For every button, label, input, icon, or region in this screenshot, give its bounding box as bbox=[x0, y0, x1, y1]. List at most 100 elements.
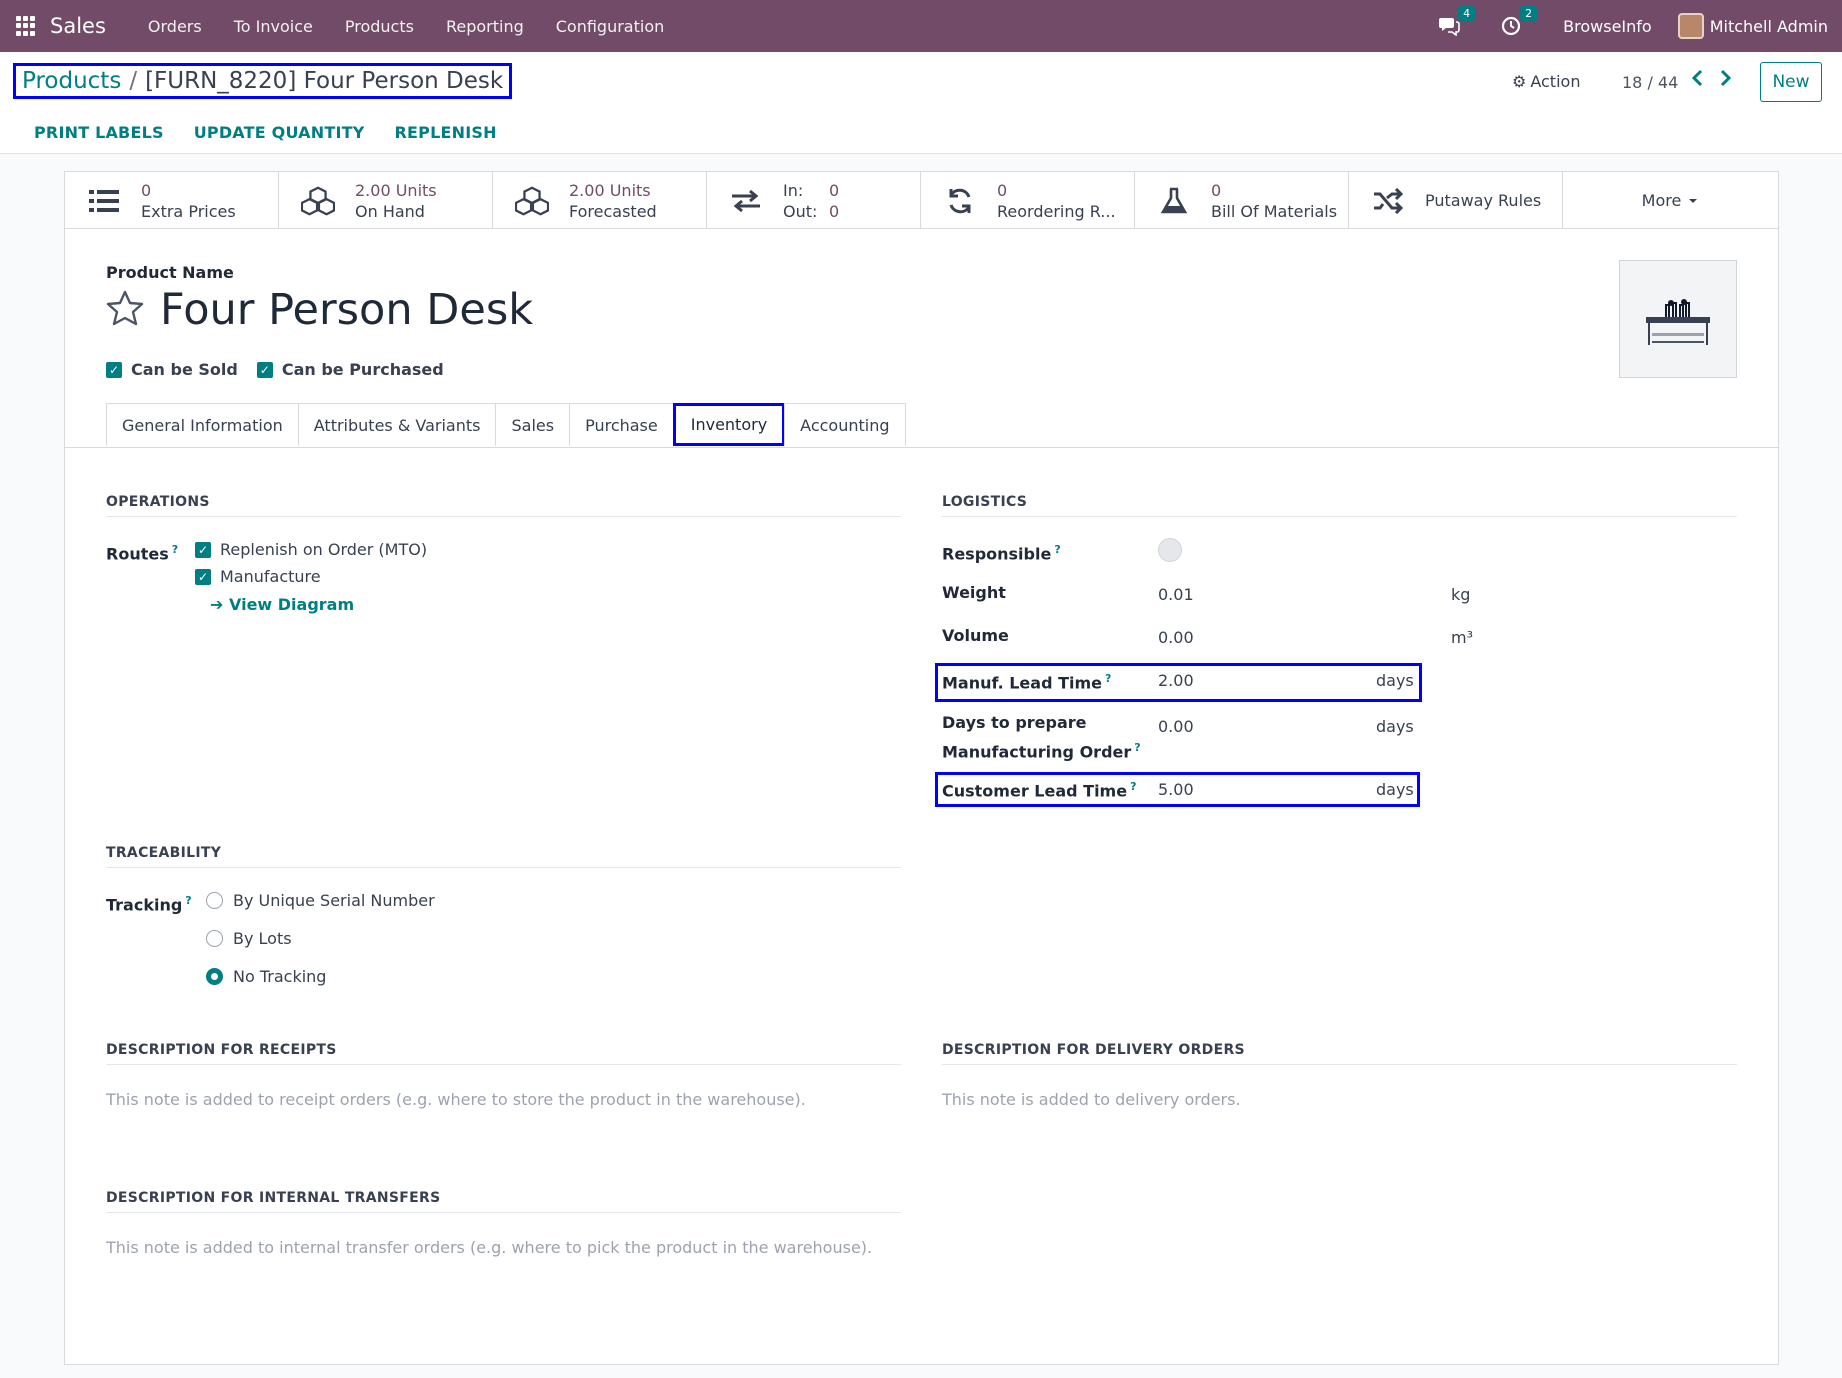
sale-purchase-checks: ✓ Can be Sold ✓ Can be Purchased bbox=[106, 360, 463, 379]
menu-configuration[interactable]: Configuration bbox=[556, 17, 665, 36]
customer-lead-time-field[interactable]: 5.00 bbox=[1158, 780, 1194, 799]
view-diagram-link[interactable]: ➔ View Diagram bbox=[210, 595, 354, 614]
in-value: 0 bbox=[829, 180, 840, 200]
bom-value: 0 bbox=[1211, 180, 1222, 200]
radio-icon bbox=[206, 930, 223, 947]
product-name-label: Product Name bbox=[106, 263, 234, 282]
desk-image bbox=[1646, 299, 1710, 345]
delivery-description-title: DESCRIPTION FOR DELIVERY ORDERS bbox=[942, 1042, 1737, 1065]
reordering-rules-button[interactable]: 0 Reordering R... bbox=[921, 172, 1135, 229]
help-icon[interactable]: ? bbox=[1134, 741, 1140, 754]
flask-icon bbox=[1157, 186, 1191, 216]
can-be-sold-checkbox[interactable]: ✓ Can be Sold bbox=[106, 360, 238, 379]
out-label: Out: bbox=[783, 201, 818, 221]
delivery-description-field[interactable]: This note is added to delivery orders. bbox=[942, 1090, 1241, 1109]
customer-lead-time-label-text: Customer Lead Time bbox=[942, 781, 1128, 801]
list-icon bbox=[87, 186, 121, 216]
forecasted-button[interactable]: 2.00 Units Forecasted bbox=[493, 172, 707, 229]
chevron-left-icon bbox=[1691, 69, 1703, 87]
tracking-none-label: No Tracking bbox=[233, 967, 327, 986]
route-mto-label: Replenish on Order (MTO) bbox=[220, 540, 428, 559]
menu-orders[interactable]: Orders bbox=[148, 17, 202, 36]
pager-next-button[interactable] bbox=[1713, 66, 1737, 90]
can-be-sold-label: Can be Sold bbox=[131, 360, 238, 379]
tab-inventory[interactable]: Inventory bbox=[672, 403, 786, 446]
breadcrumb-current: [FURN_8220] Four Person Desk bbox=[145, 68, 504, 94]
user-menu[interactable]: Mitchell Admin bbox=[1710, 17, 1828, 36]
route-manufacture-label: Manufacture bbox=[220, 567, 321, 586]
on-hand-button[interactable]: 2.00 Units On Hand bbox=[279, 172, 493, 229]
replenish-button[interactable]: REPLENISH bbox=[395, 123, 497, 142]
traceability-title: TRACEABILITY bbox=[106, 845, 901, 868]
on-hand-value: 2.00 Units bbox=[355, 180, 437, 200]
tracking-lots-radio[interactable]: By Lots bbox=[206, 929, 292, 948]
route-manufacture-checkbox[interactable]: ✓ Manufacture bbox=[195, 567, 321, 586]
responsible-label-text: Responsible bbox=[942, 544, 1052, 564]
breadcrumb-products-link[interactable]: Products bbox=[22, 68, 121, 94]
in-out-button[interactable]: In: 0 Out: 0 bbox=[707, 172, 921, 229]
help-icon[interactable]: ? bbox=[1105, 672, 1111, 685]
tab-general-information[interactable]: General Information bbox=[106, 403, 299, 446]
tab-accounting[interactable]: Accounting bbox=[784, 403, 906, 446]
systray: 4 2 BrowseInfo Mitchell Admin bbox=[1411, 0, 1828, 52]
header-buttons: PRINT LABELS UPDATE QUANTITY REPLENISH bbox=[34, 123, 527, 142]
internal-description-field[interactable]: This note is added to internal transfer … bbox=[106, 1238, 872, 1257]
more-dropdown-button[interactable]: More bbox=[1563, 172, 1778, 229]
gear-icon: ⚙ bbox=[1512, 72, 1527, 91]
out-value: 0 bbox=[829, 201, 840, 221]
messages-button[interactable]: 4 bbox=[1437, 6, 1476, 38]
tracking-none-radio[interactable]: No Tracking bbox=[206, 967, 326, 986]
apps-grid-icon[interactable] bbox=[16, 16, 36, 36]
help-icon[interactable]: ? bbox=[172, 543, 178, 556]
logistics-title: LOGISTICS bbox=[942, 494, 1737, 517]
form-sheet: 0 Extra Prices 2.00 Units On Hand 2.00 U… bbox=[64, 171, 1779, 1365]
product-image[interactable] bbox=[1619, 260, 1737, 378]
days-prepare-unit: days bbox=[1376, 717, 1414, 736]
update-quantity-button[interactable]: UPDATE QUANTITY bbox=[194, 123, 365, 142]
company-switcher[interactable]: BrowseInfo bbox=[1563, 17, 1652, 36]
pager-value[interactable]: 18 / 44 bbox=[1622, 73, 1678, 92]
star-icon[interactable] bbox=[105, 289, 145, 329]
route-mto-checkbox[interactable]: ✓ Replenish on Order (MTO) bbox=[195, 540, 427, 559]
clock-icon bbox=[1502, 16, 1521, 36]
tab-purchase[interactable]: Purchase bbox=[569, 403, 674, 446]
tracking-lots-label: By Lots bbox=[233, 929, 292, 948]
help-icon[interactable]: ? bbox=[185, 894, 191, 907]
tracking-serial-label: By Unique Serial Number bbox=[233, 891, 435, 910]
action-menu-button[interactable]: ⚙ Action bbox=[1512, 72, 1580, 91]
operations-title: OPERATIONS bbox=[106, 494, 901, 517]
can-be-purchased-label: Can be Purchased bbox=[281, 360, 444, 379]
manuf-lead-time-unit: days bbox=[1376, 671, 1414, 690]
menu-to-invoice[interactable]: To Invoice bbox=[234, 17, 313, 36]
activities-button[interactable]: 2 bbox=[1499, 6, 1538, 38]
print-labels-button[interactable]: PRINT LABELS bbox=[34, 123, 164, 142]
app-name[interactable]: Sales bbox=[50, 14, 106, 38]
user-avatar[interactable] bbox=[1677, 13, 1704, 39]
manuf-lead-time-label-text: Manuf. Lead Time bbox=[942, 673, 1103, 693]
weight-label: Weight bbox=[942, 583, 1006, 602]
pager-previous-button[interactable] bbox=[1686, 66, 1710, 90]
menu-products[interactable]: Products bbox=[345, 17, 414, 36]
receipts-description-field[interactable]: This note is added to receipt orders (e.… bbox=[106, 1090, 806, 1109]
refresh-icon bbox=[943, 186, 977, 216]
extra-prices-label: Extra Prices bbox=[141, 201, 236, 221]
volume-field[interactable]: 0.00 bbox=[1158, 628, 1194, 647]
tab-attributes-variants[interactable]: Attributes & Variants bbox=[297, 403, 497, 446]
product-name-field[interactable]: Four Person Desk bbox=[160, 285, 533, 335]
menu-reporting[interactable]: Reporting bbox=[446, 17, 524, 36]
weight-field[interactable]: 0.01 bbox=[1158, 585, 1194, 604]
can-be-purchased-checkbox[interactable]: ✓ Can be Purchased bbox=[256, 360, 444, 379]
manuf-lead-time-field[interactable]: 2.00 bbox=[1158, 671, 1194, 690]
bom-label: Bill Of Materials bbox=[1211, 201, 1338, 221]
extra-prices-button[interactable]: 0 Extra Prices bbox=[65, 172, 279, 229]
bill-of-materials-button[interactable]: 0 Bill Of Materials bbox=[1135, 172, 1349, 229]
new-record-button[interactable]: New bbox=[1760, 62, 1822, 102]
putaway-rules-button[interactable]: Putaway Rules bbox=[1349, 172, 1563, 229]
help-icon[interactable]: ? bbox=[1130, 780, 1136, 793]
tracking-serial-radio[interactable]: By Unique Serial Number bbox=[206, 891, 435, 910]
days-prepare-field[interactable]: 0.00 bbox=[1158, 717, 1194, 736]
tab-sales[interactable]: Sales bbox=[495, 403, 571, 446]
responsible-avatar[interactable] bbox=[1158, 538, 1182, 562]
help-icon[interactable]: ? bbox=[1054, 543, 1060, 556]
checkmark-icon: ✓ bbox=[195, 541, 211, 558]
